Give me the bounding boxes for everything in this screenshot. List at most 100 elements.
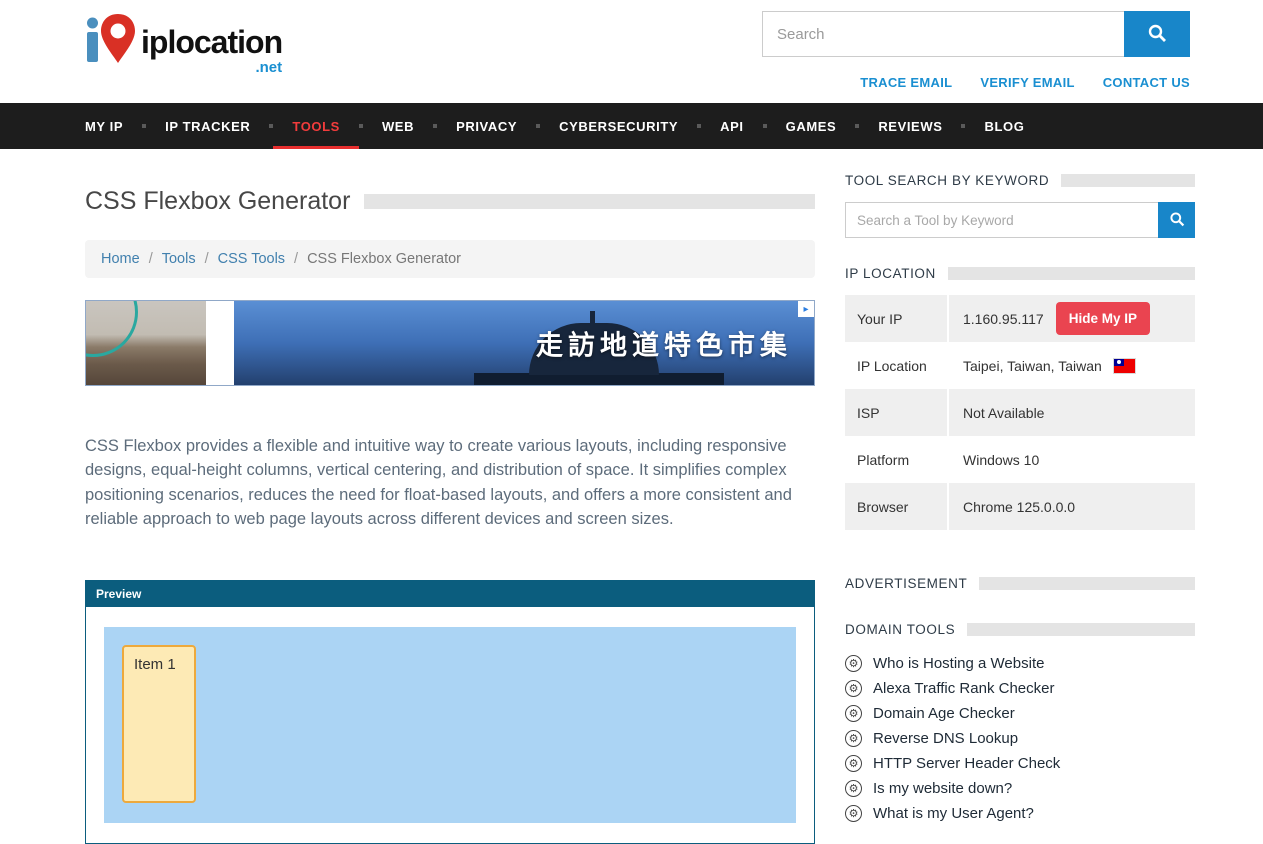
gear-icon: ⚙ <box>845 755 862 772</box>
main-column: CSS Flexbox Generator Home / Tools / CSS… <box>85 149 815 844</box>
breadcrumb-separator: / <box>149 251 153 267</box>
row-value: Not Available <box>949 405 1195 421</box>
search-icon <box>1169 211 1185 230</box>
nav-item-web[interactable]: WEB <box>363 103 433 149</box>
domain-tool-link-reverse-dns[interactable]: Reverse DNS Lookup <box>873 730 1018 747</box>
preview-flex-item[interactable]: Item 1 <box>122 645 196 803</box>
list-item: ⚙ Alexa Traffic Rank Checker <box>845 680 1195 697</box>
breadcrumb-home[interactable]: Home <box>101 251 140 267</box>
domain-tools-list: ⚙ Who is Hosting a Website ⚙ Alexa Traff… <box>845 655 1195 822</box>
platform-value: Windows 10 <box>963 452 1039 468</box>
row-label: Browser <box>845 483 949 530</box>
breadcrumb-css-tools[interactable]: CSS Tools <box>218 251 285 267</box>
page-title: CSS Flexbox Generator <box>85 187 350 216</box>
page-content: CSS Flexbox Generator Home / Tools / CSS… <box>0 149 1263 844</box>
heading-decoration-bar <box>1061 174 1195 187</box>
row-label: Platform <box>845 436 949 483</box>
tool-search-input[interactable] <box>845 202 1158 238</box>
logo-text: iplocation .net <box>141 24 282 76</box>
breadcrumb-separator: / <box>294 251 298 267</box>
domain-tool-link-alexa-rank[interactable]: Alexa Traffic Rank Checker <box>873 680 1054 697</box>
domain-tool-link-hosting[interactable]: Who is Hosting a Website <box>873 655 1044 672</box>
list-item: ⚙ Is my website down? <box>845 780 1195 797</box>
preview-body: Item 1 <box>86 607 814 843</box>
nav-item-ip-tracker[interactable]: IP TRACKER <box>146 103 269 149</box>
nav-item-cybersecurity[interactable]: CYBERSECURITY <box>540 103 697 149</box>
row-label: IP Location <box>845 342 949 389</box>
gear-icon: ⚙ <box>845 805 862 822</box>
browser-value: Chrome 125.0.0.0 <box>963 499 1075 515</box>
nav-item-games[interactable]: GAMES <box>767 103 856 149</box>
list-item: ⚙ Domain Age Checker <box>845 705 1195 722</box>
tool-search <box>845 202 1195 238</box>
table-row: Browser Chrome 125.0.0.0 <box>845 483 1195 530</box>
nav-item-tools[interactable]: TOOLS <box>273 103 359 149</box>
advertisement-heading-text: ADVERTISEMENT <box>845 576 967 591</box>
site-logo[interactable]: iplocation .net <box>83 8 282 76</box>
tool-search-button[interactable] <box>1158 202 1195 238</box>
site-header: iplocation .net TRACE EMAIL VERIFY EMAIL… <box>0 0 1263 103</box>
list-item: ⚙ Reverse DNS Lookup <box>845 730 1195 747</box>
site-search <box>762 11 1190 57</box>
contact-us-link[interactable]: CONTACT US <box>1103 75 1190 90</box>
table-row: Platform Windows 10 <box>845 436 1195 483</box>
heading-decoration-bar <box>967 623 1195 636</box>
verify-email-link[interactable]: VERIFY EMAIL <box>980 75 1074 90</box>
taiwan-flag-icon <box>1114 359 1135 373</box>
list-item: ⚙ HTTP Server Header Check <box>845 755 1195 772</box>
nav-item-api[interactable]: API <box>701 103 762 149</box>
trace-email-link[interactable]: TRACE EMAIL <box>860 75 952 90</box>
title-decoration-bar <box>364 194 815 209</box>
gear-icon: ⚙ <box>845 680 862 697</box>
row-value: Chrome 125.0.0.0 <box>949 499 1195 515</box>
row-label: Your IP <box>845 295 949 342</box>
preview-flex-container: Item 1 <box>104 627 796 823</box>
domain-tool-link-domain-age[interactable]: Domain Age Checker <box>873 705 1015 722</box>
row-value: 1.160.95.117 Hide My IP <box>949 302 1195 335</box>
breadcrumb: Home / Tools / CSS Tools / CSS Flexbox G… <box>85 240 815 278</box>
ip-info-table: Your IP 1.160.95.117 Hide My IP IP Locat… <box>845 295 1195 530</box>
site-search-button[interactable] <box>1124 11 1190 57</box>
ad-banner[interactable]: 走訪地道特色市集 ▸ <box>85 300 815 386</box>
breadcrumb-current: CSS Flexbox Generator <box>307 251 461 267</box>
isp-value: Not Available <box>963 405 1044 421</box>
nav-item-my-ip[interactable]: MY IP <box>85 103 142 149</box>
breadcrumb-separator: / <box>205 251 209 267</box>
breadcrumb-tools[interactable]: Tools <box>162 251 196 267</box>
header-links: TRACE EMAIL VERIFY EMAIL CONTACT US <box>860 75 1190 90</box>
domain-tools-heading: DOMAIN TOOLS <box>845 622 1195 637</box>
table-row: IP Location Taipei, Taiwan, Taiwan <box>845 342 1195 389</box>
domain-tool-link-website-down[interactable]: Is my website down? <box>873 780 1012 797</box>
tool-search-heading-text: TOOL SEARCH BY KEYWORD <box>845 173 1049 188</box>
ad-main-segment: 走訪地道特色市集 <box>234 301 814 385</box>
ip-location-heading-text: IP LOCATION <box>845 266 936 281</box>
hide-my-ip-button[interactable]: Hide My IP <box>1056 302 1150 335</box>
heading-decoration-bar <box>948 267 1195 280</box>
heading-decoration-bar <box>979 577 1195 590</box>
nav-item-privacy[interactable]: PRIVACY <box>437 103 536 149</box>
ip-location-value: Taipei, Taiwan, Taiwan <box>963 358 1102 374</box>
nav-item-blog[interactable]: BLOG <box>965 103 1043 149</box>
row-value: Taipei, Taiwan, Taiwan <box>949 358 1195 374</box>
table-row: ISP Not Available <box>845 389 1195 436</box>
adchoices-icon[interactable]: ▸ <box>798 301 814 317</box>
your-ip-value: 1.160.95.117 <box>963 311 1044 327</box>
search-icon <box>1147 23 1167 46</box>
main-nav: MY IP IP TRACKER TOOLS WEB PRIVACY CYBER… <box>0 103 1263 149</box>
domain-tool-link-user-agent[interactable]: What is my User Agent? <box>873 805 1034 822</box>
ad-route-line <box>86 301 138 357</box>
table-row: Your IP 1.160.95.117 Hide My IP <box>845 295 1195 342</box>
logo-word: iplocation <box>141 24 282 61</box>
domain-tool-link-http-header[interactable]: HTTP Server Header Check <box>873 755 1060 772</box>
nav-item-reviews[interactable]: REVIEWS <box>859 103 961 149</box>
logo-tld: .net <box>255 59 282 76</box>
list-item: ⚙ Who is Hosting a Website <box>845 655 1195 672</box>
sidebar: TOOL SEARCH BY KEYWORD IP LOCATION Your … <box>845 149 1195 844</box>
row-value: Windows 10 <box>949 452 1195 468</box>
ip-location-heading: IP LOCATION <box>845 266 1195 281</box>
list-item: ⚙ What is my User Agent? <box>845 805 1195 822</box>
site-search-input[interactable] <box>762 11 1124 57</box>
ad-photo-segment <box>86 301 206 385</box>
ad-gap <box>206 301 234 385</box>
ad-caption-text: 走訪地道特色市集 <box>536 324 792 363</box>
